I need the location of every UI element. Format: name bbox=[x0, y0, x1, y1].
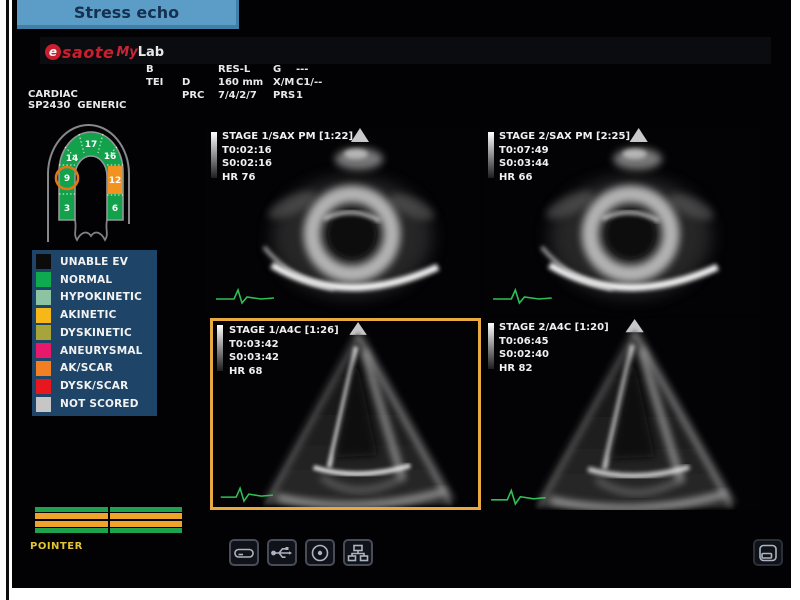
echo-quadrant-stage2-a4c[interactable]: STAGE 2/A4C [1:20] T0:06:45 S0:02:40 HR … bbox=[483, 318, 760, 510]
stage-progress-bars bbox=[35, 506, 182, 534]
media-drive-button[interactable] bbox=[229, 539, 259, 566]
network-button[interactable] bbox=[343, 539, 373, 566]
echo-quadrant-stage2-sax[interactable]: STAGE 2/SAX PM [2:25] T0:07:49 S0:03:44 … bbox=[483, 127, 760, 315]
esaote-e-icon: e bbox=[45, 44, 61, 60]
progress-bar-block bbox=[110, 506, 183, 534]
param-prs-value: 1 bbox=[296, 90, 303, 101]
figure-border-line bbox=[6, 0, 9, 600]
timer-value: T0:03:42 bbox=[229, 338, 339, 352]
ultrasound-screen: Stress echo e saote My Lab B RES-L G ---… bbox=[12, 0, 791, 588]
quadrant-title: STAGE 2/SAX PM [2:25] bbox=[499, 130, 630, 144]
pointer-status: POINTER bbox=[30, 541, 83, 552]
legend-swatch bbox=[36, 397, 51, 412]
segment-12-label[interactable]: 12 bbox=[109, 176, 122, 186]
timer-value: T0:06:45 bbox=[499, 335, 609, 349]
quadrant-meta: STAGE 2/SAX PM [2:25] T0:07:49 S0:03:44 … bbox=[499, 130, 630, 184]
quadrant-meta: STAGE 1/A4C [1:26] T0:03:42 S0:03:42 HR … bbox=[229, 324, 339, 378]
heart-rate-value: HR 66 bbox=[499, 171, 630, 185]
quadrant-meta: STAGE 1/SAX PM [1:22] T0:02:16 S0:02:16 … bbox=[222, 130, 353, 184]
tab-label: Stress echo bbox=[74, 3, 179, 22]
timer-value: T0:02:16 bbox=[222, 144, 353, 158]
exam-application: CARDIAC bbox=[28, 89, 126, 100]
legend-swatch bbox=[36, 325, 51, 340]
param-dash: --- bbox=[296, 64, 308, 75]
param-mode: B bbox=[146, 64, 154, 75]
param-res: RES-L bbox=[218, 64, 250, 75]
param-prs: PRS bbox=[273, 90, 295, 101]
esaote-mylab-logo: e saote My Lab bbox=[45, 42, 164, 62]
legend-swatch bbox=[36, 361, 51, 376]
quadrant-title: STAGE 2/A4C [1:20] bbox=[499, 321, 609, 335]
legend-row: AK/SCAR bbox=[36, 360, 155, 376]
exam-preset: GENERIC bbox=[77, 100, 126, 111]
legend-row: DYSKINETIC bbox=[36, 325, 155, 341]
legend-row: NORMAL bbox=[36, 272, 155, 288]
segment-9-label[interactable]: 9 bbox=[64, 174, 70, 184]
param-c1: C1/-- bbox=[296, 77, 322, 88]
segment-3-label[interactable]: 3 bbox=[64, 204, 70, 214]
stage-time-value: S0:02:16 bbox=[222, 157, 353, 171]
quadrant-title: STAGE 1/SAX PM [1:22] bbox=[222, 130, 353, 144]
legend-swatch bbox=[36, 343, 51, 358]
network-icon bbox=[346, 543, 370, 563]
cd-icon bbox=[308, 543, 332, 563]
heart-rate-value: HR 82 bbox=[499, 362, 609, 376]
echo-quadrant-stage1-a4c-selected[interactable]: STAGE 1/A4C [1:26] T0:03:42 S0:03:42 HR … bbox=[210, 318, 481, 510]
legend-swatch bbox=[36, 254, 51, 269]
legend-swatch bbox=[36, 272, 51, 287]
param-prc-value: 7/4/2/7 bbox=[218, 90, 257, 101]
quadrant-meta: STAGE 2/A4C [1:20] T0:06:45 S0:02:40 HR … bbox=[499, 321, 609, 375]
disk-icon bbox=[756, 543, 780, 563]
param-d: D bbox=[182, 77, 190, 88]
tab-stress-echo[interactable]: Stress echo bbox=[17, 0, 239, 29]
grayscale-bar bbox=[488, 323, 494, 369]
param-xm: X/M bbox=[273, 77, 294, 88]
legend-swatch bbox=[36, 379, 51, 394]
timer-value: T0:07:49 bbox=[499, 144, 630, 158]
param-g: G bbox=[273, 64, 281, 75]
exam-probe: SP2430 bbox=[28, 100, 70, 111]
brand-text: saote bbox=[62, 43, 114, 62]
legend-row: HYPOKINETIC bbox=[36, 289, 155, 305]
legend-swatch bbox=[36, 290, 51, 305]
progress-bar-block bbox=[35, 506, 108, 534]
segment-16-label[interactable]: 16 bbox=[104, 152, 117, 162]
score-legend: UNABLE EV NORMAL HYPOKINETIC AKINETIC DY… bbox=[32, 250, 157, 416]
media-drive-icon bbox=[232, 543, 256, 563]
segment-14-label[interactable]: 14 bbox=[66, 154, 79, 164]
disk-button[interactable] bbox=[753, 539, 783, 566]
param-tei: TEI bbox=[146, 77, 163, 88]
legend-row: NOT SCORED bbox=[36, 396, 155, 412]
param-depth: 160 mm bbox=[218, 77, 263, 88]
grayscale-bar bbox=[217, 325, 223, 371]
stage-time-value: S0:03:44 bbox=[499, 157, 630, 171]
cd-button[interactable] bbox=[305, 539, 335, 566]
stage-time-value: S0:03:42 bbox=[229, 351, 339, 365]
grayscale-bar bbox=[488, 132, 494, 178]
stage-time-value: S0:02:40 bbox=[499, 348, 609, 362]
quadrant-title: STAGE 1/A4C [1:26] bbox=[229, 324, 339, 338]
legend-row: AKINETIC bbox=[36, 307, 155, 323]
usb-button[interactable] bbox=[267, 539, 297, 566]
legend-row: DYSK/SCAR bbox=[36, 378, 155, 394]
legend-row: UNABLE EV bbox=[36, 254, 155, 270]
exam-info: CARDIAC SP2430 GENERIC bbox=[28, 89, 126, 111]
echo-quadrant-stage1-sax[interactable]: STAGE 1/SAX PM [1:22] T0:02:16 S0:02:16 … bbox=[206, 127, 480, 315]
heart-rate-value: HR 68 bbox=[229, 365, 339, 379]
segment-6-label[interactable]: 6 bbox=[112, 204, 118, 214]
segment-17-label[interactable]: 17 bbox=[85, 140, 98, 150]
param-prc: PRC bbox=[182, 90, 204, 101]
heart-rate-value: HR 76 bbox=[222, 171, 353, 185]
legend-row: ANEURYSMAL bbox=[36, 343, 155, 359]
product-my-text: My bbox=[116, 45, 137, 60]
segment-diagram[interactable]: 17 14 16 9 12 3 6 bbox=[35, 120, 141, 248]
product-lab-text: Lab bbox=[138, 45, 164, 60]
usb-icon bbox=[270, 543, 294, 563]
legend-swatch bbox=[36, 308, 51, 323]
grayscale-bar bbox=[211, 132, 217, 178]
